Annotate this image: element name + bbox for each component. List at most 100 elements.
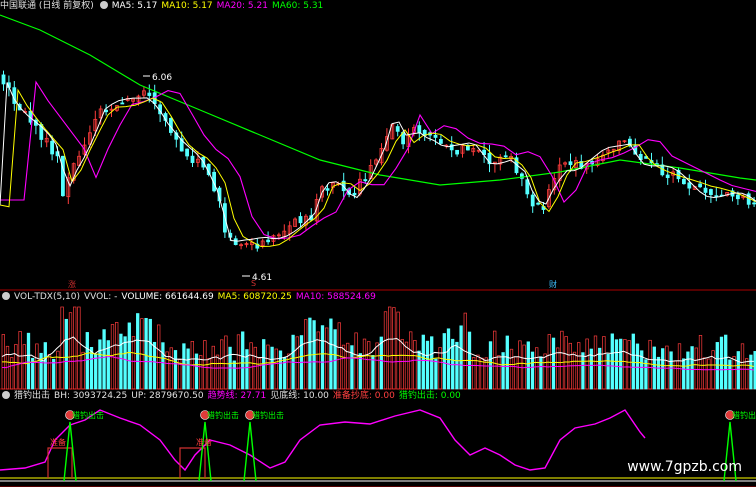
- volume-bar: [152, 341, 157, 390]
- candle-body: [190, 155, 195, 163]
- volume-bar: [22, 344, 26, 390]
- volume-bar: [602, 336, 606, 390]
- candle-body: [568, 161, 573, 166]
- volume-bar: [480, 357, 484, 390]
- price-header: 中国联通 (日线 前复权) MA5: 5.17 MA10: 5.17 MA20: 5.…: [0, 0, 327, 13]
- volume-bar: [115, 322, 119, 390]
- volume-bar: [539, 356, 543, 390]
- volume-bar: [182, 343, 186, 390]
- volume-bar: [501, 352, 505, 390]
- vol-name: VOL-TDX(5,10): [14, 292, 81, 302]
- volume-bar: [241, 331, 245, 390]
- candle-body: [147, 92, 152, 96]
- volume-bar: [64, 318, 68, 390]
- candle-body: [455, 149, 460, 155]
- volume-bar: [551, 337, 556, 390]
- volume-bar: [413, 340, 417, 390]
- candle-body: [682, 178, 686, 185]
- bh-label: BH: 3093724.25: [54, 391, 128, 401]
- marker-zhang: 涨: [68, 280, 76, 289]
- candle-body: [736, 194, 740, 200]
- settings-dot-icon[interactable]: [2, 292, 10, 300]
- volume-bar: [346, 342, 350, 390]
- volume-bar: [232, 360, 236, 390]
- volume-bar: [623, 339, 627, 390]
- volume-bar: [274, 348, 278, 390]
- volume-bar: [68, 312, 73, 390]
- ma20-label: MA20: 5.21: [216, 1, 268, 11]
- volume-bar: [73, 306, 77, 390]
- volume-bar: [304, 319, 308, 390]
- prep-label: 准备: [196, 437, 212, 447]
- volume-bar: [224, 335, 228, 390]
- volume-bar: [619, 338, 623, 390]
- signal-spike: [63, 421, 77, 482]
- volume-bar: [497, 355, 501, 390]
- candle-body: [752, 202, 756, 205]
- volume-bar: [236, 334, 241, 390]
- volume-bar: [686, 351, 690, 390]
- volume-bar: [123, 336, 127, 390]
- volume-bar: [81, 351, 85, 390]
- candle-body: [687, 182, 692, 189]
- volume-bar: [220, 339, 224, 390]
- settings-dot-icon[interactable]: [2, 391, 10, 399]
- volume-bar: [266, 344, 270, 390]
- volume-bar: [694, 347, 698, 390]
- ind-name: 猎钓出击: [14, 391, 51, 401]
- volume-bar: [493, 330, 497, 390]
- candle-body: [233, 238, 238, 245]
- candle-body: [703, 187, 708, 193]
- bottom-label: 见底线: 10.00: [270, 391, 329, 401]
- candle-body: [50, 140, 54, 155]
- volume-bar: [556, 347, 560, 390]
- volume-bar: [262, 339, 266, 390]
- volume-bar: [585, 338, 589, 390]
- volume-bar: [404, 341, 409, 390]
- signal-label: 猎钓出击: [72, 410, 104, 420]
- ma10-line: [0, 88, 756, 248]
- volume-bar: [719, 336, 724, 390]
- volume-bar: [740, 343, 745, 390]
- volume-bar: [77, 306, 81, 390]
- volume-bar: [379, 336, 383, 390]
- candle-body: [665, 174, 670, 179]
- prep-label: 准备抄底: 0.00: [332, 391, 395, 401]
- volume-bar: [144, 317, 148, 390]
- volume-label: VOLUME: 661644.69: [121, 292, 214, 302]
- volume-bar: [682, 358, 686, 390]
- candle-body: [709, 189, 713, 195]
- volume-bar: [690, 346, 694, 390]
- volume-bar: [425, 340, 430, 390]
- hunt-label: 猎钓出击: 0.00: [398, 391, 461, 401]
- volume-bar: [669, 351, 673, 390]
- volume-bar: [509, 348, 514, 390]
- volume-bar: [631, 333, 635, 390]
- settings-dot-icon[interactable]: [99, 1, 108, 9]
- candle-body: [352, 192, 357, 196]
- ma10-label: MA10: 5.17: [161, 1, 213, 11]
- volume-bar: [102, 329, 106, 390]
- volume-bar: [476, 354, 480, 390]
- candle-body: [1, 74, 6, 85]
- volume-bar: [543, 353, 547, 390]
- volume-bar: [127, 322, 131, 390]
- volume-bar: [446, 328, 451, 390]
- candle-body: [530, 194, 535, 207]
- volume-bar: [270, 346, 274, 390]
- volume-bar: [362, 338, 367, 390]
- volume-bar: [459, 325, 463, 390]
- stock-name: 中国联通 (日线 前复权): [0, 1, 94, 11]
- price-panel: 6.064.61: [0, 14, 756, 283]
- trend-label: 趋势线: 27.71: [207, 391, 267, 401]
- volume-bar: [400, 339, 404, 390]
- signal-label: 猎钓出击: [732, 410, 756, 420]
- candle-body: [417, 125, 422, 134]
- volume-bar: [383, 311, 388, 390]
- volume-bar: [18, 331, 22, 390]
- volume-bar: [530, 351, 535, 390]
- candle-body: [266, 239, 271, 243]
- ma5-label: MA5: 5.17: [111, 1, 158, 11]
- volume-header: VOL-TDX(5,10) VVOL: - VOLUME: 661644.69 MA5…: [0, 291, 380, 304]
- price-high-label: 6.06: [152, 73, 172, 83]
